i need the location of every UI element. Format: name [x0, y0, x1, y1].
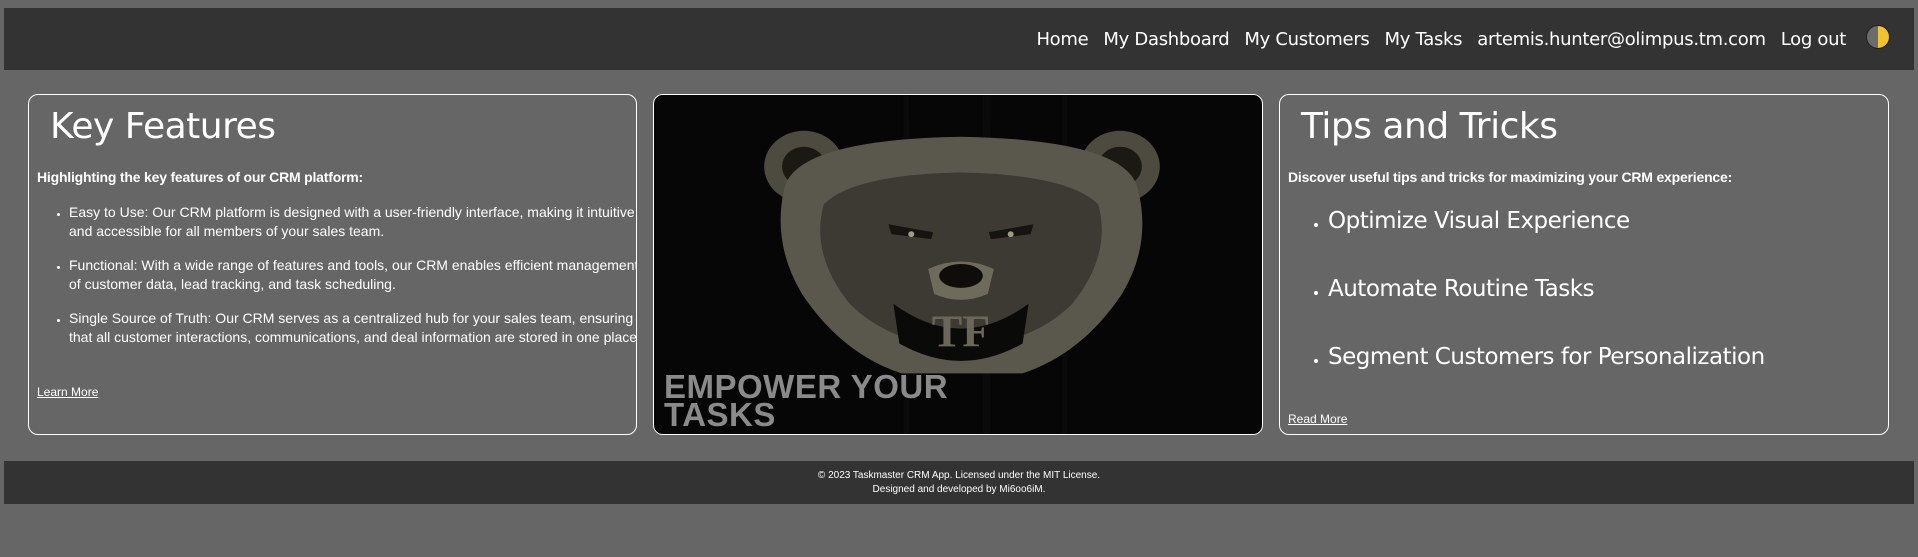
top-navbar: Home My Dashboard My Customers My Tasks … [4, 8, 1914, 70]
footer: © 2023 Taskmaster CRM App. Licensed unde… [4, 461, 1914, 504]
key-features-list: Easy to Use: Our CRM platform is designe… [37, 203, 636, 362]
nav-logout-link[interactable]: Log out [1781, 29, 1847, 50]
list-item: Single Source of Truth: Our CRM serves a… [69, 309, 636, 347]
theme-toggle-icon[interactable] [1866, 25, 1890, 49]
key-features-title: Key Features [50, 106, 276, 147]
list-item: Optimize Visual Experience [1328, 207, 1888, 275]
tips-intro: Discover useful tips and tricks for maxi… [1288, 169, 1733, 185]
tips-list: Optimize Visual Experience Automate Rout… [1288, 207, 1888, 411]
banner-slogan-line2: TASKS [664, 396, 776, 433]
bear-banner-card: TF EMPOWER YOUR TASKS [653, 94, 1263, 435]
key-features-card: Key Features Highlighting the key featur… [28, 94, 637, 435]
nav-home-link[interactable]: Home [1036, 29, 1088, 50]
tips-title: Tips and Tricks [1301, 106, 1558, 147]
tips-card: Tips and Tricks Discover useful tips and… [1279, 94, 1889, 435]
footer-credits: Designed and developed by Mi6oo6iM. [872, 483, 1046, 495]
nav-dashboard-link[interactable]: My Dashboard [1103, 29, 1229, 50]
nav-tasks-link[interactable]: My Tasks [1385, 29, 1463, 50]
read-more-link[interactable]: Read More [1288, 412, 1347, 426]
banner-slogan: EMPOWER YOUR TASKS [664, 370, 948, 433]
nav-customers-link[interactable]: My Customers [1244, 29, 1369, 50]
list-item: Easy to Use: Our CRM platform is designe… [69, 203, 636, 241]
list-item: Segment Customers for Personalization [1328, 343, 1888, 411]
list-item: Automate Routine Tasks [1328, 275, 1888, 343]
nav-user-email-link[interactable]: artemis.hunter@olimpus.tm.com [1477, 29, 1766, 50]
key-features-intro: Highlighting the key features of our CRM… [37, 169, 364, 185]
banner-monogram: TF [932, 306, 990, 357]
learn-more-link[interactable]: Learn More [37, 385, 98, 399]
footer-copyright: © 2023 Taskmaster CRM App. Licensed unde… [817, 469, 1101, 481]
list-item: Functional: With a wide range of feature… [69, 256, 636, 294]
